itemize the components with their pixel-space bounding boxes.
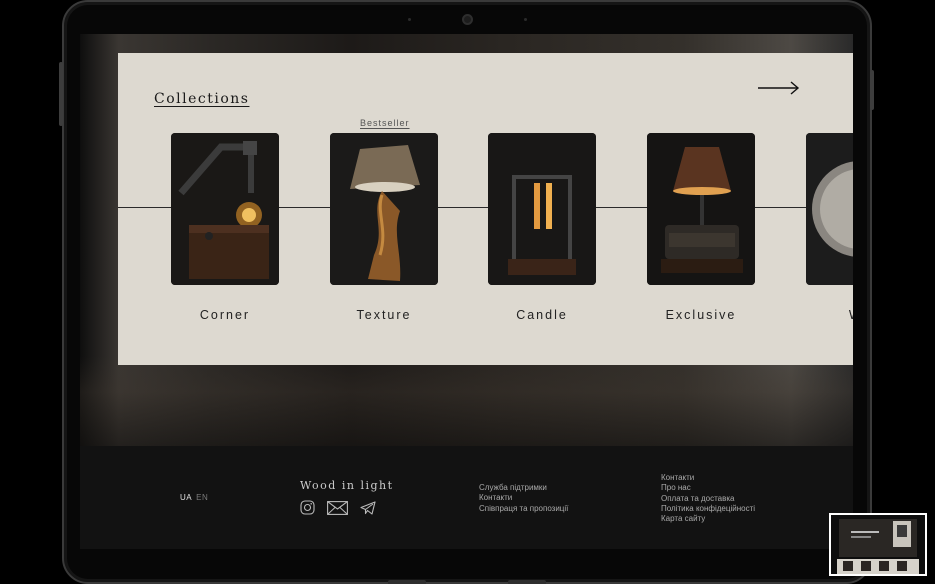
side-button [59,62,63,126]
footer-link[interactable]: Карта сайту [661,514,755,524]
lamp-photo [488,133,596,285]
brand-logo[interactable]: Wood in light [300,479,394,492]
lamp-photo [171,133,279,285]
collections-panel: Collections Bestseller Corner Texture Ca… [118,53,853,365]
footer-link[interactable]: Про нас [661,483,755,493]
footer-link[interactable]: Контакти [479,493,568,503]
instagram-icon[interactable] [300,500,315,520]
social-links [300,500,376,520]
footer-link[interactable]: Співпраця та пропозиції [479,504,568,514]
lamp-photo [330,133,438,285]
site-footer: UA EN Wood in light Служба підтримки Конт… [80,446,853,549]
collection-card-partial[interactable]: Wa [806,133,853,322]
collection-card-texture[interactable]: Texture [330,133,438,322]
collection-name: Corner [199,308,251,322]
language-switcher: UA EN [180,493,212,502]
side-button [870,70,874,110]
telegram-icon[interactable] [360,500,376,520]
bottom-connector [508,580,546,584]
collections-title[interactable]: Collections [154,91,249,107]
collection-card-corner[interactable]: Corner [171,133,279,322]
sensor-dot [408,18,411,21]
footer-link[interactable]: Контакти [661,473,755,483]
collection-name: Candle [516,308,568,322]
lang-ua-link[interactable]: UA [180,493,192,502]
bestseller-badge: Bestseller [360,118,410,128]
footer-links-support: Служба підтримки Контакти Співпраця та п… [479,483,568,514]
bottom-connector [388,580,426,584]
lamp-photo [647,133,755,285]
sensor-dot [524,18,527,21]
website-screen: Collections Bestseller Corner Texture Ca… [80,34,853,549]
collection-name: Texture [356,308,412,322]
clock-photo [806,133,853,285]
lang-en-link[interactable]: EN [196,493,208,502]
footer-link[interactable]: Політика конфідеційності [661,504,755,514]
collection-name: Exclusive [665,308,737,322]
collection-name: Wa [786,308,853,322]
footer-link[interactable]: Служба підтримки [479,483,568,493]
collection-card-candle[interactable]: Candle [488,133,596,322]
footer-link[interactable]: Оплата та доставка [661,494,755,504]
footer-links-info: Контакти Про нас Оплата та доставка Полі… [661,473,755,524]
preview-thumbnail[interactable] [829,513,927,576]
front-camera [462,14,473,25]
collection-card-exclusive[interactable]: Exclusive [647,133,755,322]
next-arrow-icon[interactable] [758,81,800,95]
mail-icon[interactable] [327,500,348,520]
